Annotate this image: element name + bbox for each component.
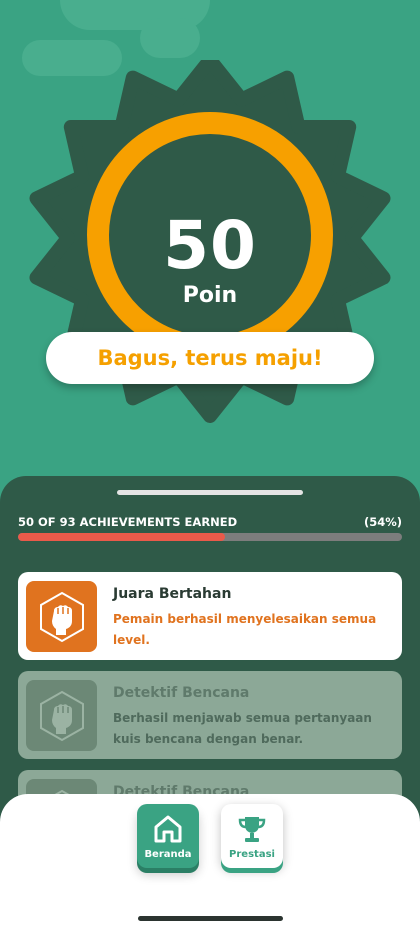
score-badge: 50 Poin Bagus, terus maju!: [0, 60, 420, 440]
nav-home-label: Beranda: [144, 849, 192, 860]
progress-percent: (54%): [363, 515, 402, 529]
score-unit: Poin: [182, 283, 238, 308]
nav-achievements-button[interactable]: Prestasi: [221, 804, 283, 868]
nav-home-button[interactable]: Beranda: [137, 804, 199, 868]
progress-bar-fill: [18, 533, 226, 541]
score-value: 50: [163, 207, 257, 284]
achievement-title: Detektif Bencana: [113, 685, 250, 701]
achievement-card[interactable]: Juara Bertahan Pemain berhasil menyelesa…: [18, 572, 402, 660]
fist-icon: [39, 690, 84, 741]
achievement-title: Juara Bertahan: [113, 586, 232, 602]
progress-label: 50 OF 93 ACHIEVEMENTS EARNED: [18, 515, 238, 529]
fist-icon: [39, 591, 84, 642]
progress-bar: [18, 533, 402, 541]
nav-achievements-label: Prestasi: [229, 849, 275, 860]
bottom-navigation: Beranda Prestasi: [0, 794, 420, 932]
sheet-drag-handle[interactable]: [117, 490, 303, 495]
achievement-description: Berhasil menjawab semua pertanyaan kuis …: [113, 711, 372, 746]
progress-summary: 50 OF 93 ACHIEVEMENTS EARNED (54%): [18, 515, 402, 529]
achievement-icon-box: [26, 581, 97, 652]
achievement-icon-box: [26, 680, 97, 751]
home-icon: [154, 815, 182, 843]
motto-banner: Bagus, terus maju!: [46, 332, 374, 384]
achievement-description: Pemain berhasil menyelesaikan semua leve…: [113, 612, 377, 647]
achievement-card-locked[interactable]: Detektif Bencana Berhasil menjawab semua…: [18, 671, 402, 759]
home-indicator[interactable]: [138, 916, 283, 921]
cloud-decoration: [140, 18, 200, 58]
trophy-icon: [238, 817, 266, 842]
